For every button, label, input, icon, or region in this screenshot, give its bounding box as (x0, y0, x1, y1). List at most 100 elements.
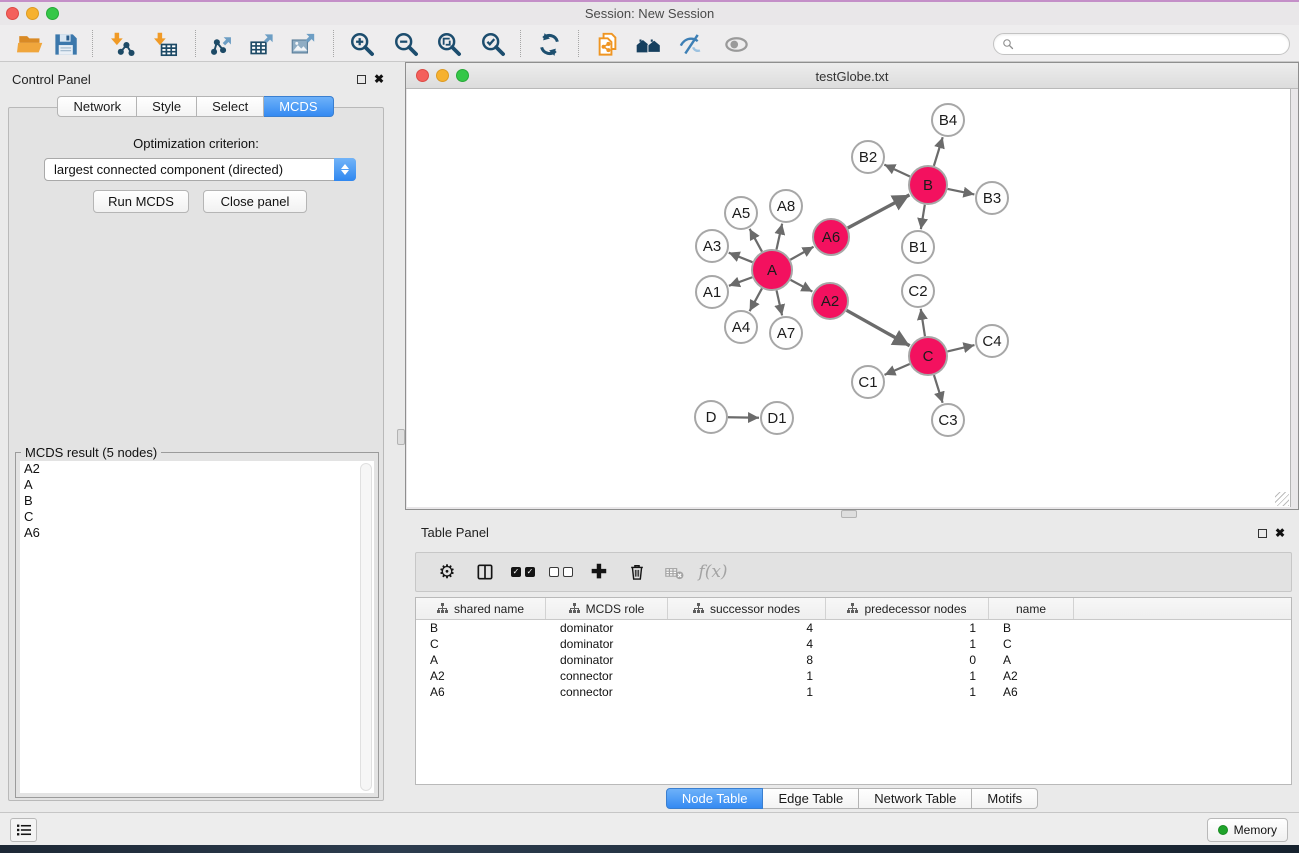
table-row[interactable]: A6connector11A6 (416, 684, 1291, 700)
graph-node-C4[interactable]: C4 (976, 325, 1008, 357)
column-layout-icon[interactable] (466, 556, 504, 588)
graph-node-B2[interactable]: B2 (852, 141, 884, 173)
graph-edge-A-A3[interactable] (729, 253, 753, 263)
zoom-fit-icon[interactable] (434, 29, 464, 59)
refresh-icon[interactable] (534, 29, 564, 59)
graph-node-B4[interactable]: B4 (932, 104, 964, 136)
network-graph[interactable]: B4B2BB3A8A5A6A3B1AA1C2A2A4A7C4CC1DD1C3 (407, 89, 1293, 509)
search-box[interactable] (993, 33, 1290, 55)
graph-edge-B-B1[interactable] (921, 205, 925, 229)
network-canvas[interactable]: B4B2BB3A8A5A6A3B1AA1C2A2A4A7C4CC1DD1C3 (407, 89, 1291, 507)
graph-node-D[interactable]: D (695, 401, 727, 433)
graph-node-B[interactable]: B (909, 166, 947, 204)
graph-edge-C-C2[interactable] (921, 309, 925, 336)
graph-node-A8[interactable]: A8 (770, 190, 802, 222)
graph-edge-C-C1[interactable] (885, 364, 910, 375)
network-window-titlebar[interactable]: testGlobe.txt (406, 63, 1298, 89)
mcds-result-item[interactable]: C (20, 509, 374, 525)
table-row[interactable]: Cdominator41C (416, 636, 1291, 652)
import-network-icon[interactable] (107, 29, 137, 59)
new-network-from-selection-icon[interactable] (592, 29, 622, 59)
tab-mcds[interactable]: MCDS (264, 96, 333, 117)
graph-edge-C-C3[interactable] (934, 375, 943, 403)
graph-edge-A-A2[interactable] (791, 280, 813, 292)
tab-select[interactable]: Select (197, 96, 264, 117)
graph-node-A1[interactable]: A1 (696, 276, 728, 308)
zoom-in-icon[interactable] (347, 29, 377, 59)
graph-edge-B-B2[interactable] (884, 165, 910, 177)
column-header-predecessor-nodes[interactable]: predecessor nodes (826, 598, 989, 619)
graph-node-A4[interactable]: A4 (725, 311, 757, 343)
graph-edge-A2-C[interactable] (847, 310, 910, 345)
close-table-panel-icon[interactable]: ✖ (1275, 527, 1285, 539)
graph-node-A3[interactable]: A3 (696, 230, 728, 262)
graph-edge-A-A8[interactable] (776, 224, 782, 250)
export-table-icon[interactable] (247, 29, 277, 59)
graph-node-C2[interactable]: C2 (902, 275, 934, 307)
graph-edge-C-C4[interactable] (947, 345, 974, 351)
close-panel-icon[interactable]: ✖ (374, 73, 384, 85)
show-all-icon[interactable] (721, 29, 751, 59)
task-history-button[interactable] (10, 818, 37, 842)
table-row[interactable]: A2connector11A2 (416, 668, 1291, 684)
column-header-name[interactable]: name (989, 598, 1074, 619)
search-input[interactable] (1019, 37, 1281, 51)
settings-gear-icon[interactable]: ⚙ (428, 556, 466, 588)
graph-edge-A6-B[interactable] (848, 195, 910, 228)
export-network-icon[interactable] (207, 29, 237, 59)
import-table-icon[interactable] (150, 29, 180, 59)
tab-network[interactable]: Network (57, 96, 137, 117)
mcds-result-item[interactable]: A (20, 477, 374, 493)
column-header-mcds-role[interactable]: MCDS role (546, 598, 668, 619)
graph-edge-A-A1[interactable] (729, 277, 752, 286)
mcds-result-item[interactable]: A6 (20, 525, 374, 541)
graph-edge-A-A7[interactable] (777, 290, 783, 315)
tab-network-table[interactable]: Network Table (859, 788, 972, 809)
tab-node-table[interactable]: Node Table (666, 788, 764, 809)
delete-column-icon[interactable] (618, 556, 656, 588)
mcds-result-item[interactable]: A2 (20, 461, 374, 477)
splitter-handle-horizontal[interactable] (841, 510, 857, 518)
zoom-selected-icon[interactable] (478, 29, 508, 59)
graph-node-C[interactable]: C (909, 337, 947, 375)
splitter-handle-vertical[interactable] (397, 429, 405, 445)
close-panel-button[interactable]: Close panel (203, 190, 307, 213)
tab-motifs[interactable]: Motifs (972, 788, 1038, 809)
graph-node-C3[interactable]: C3 (932, 404, 964, 436)
save-session-icon[interactable] (50, 29, 80, 59)
scrollbar-track[interactable] (360, 463, 372, 791)
memory-button[interactable]: Memory (1207, 818, 1288, 842)
graph-edge-A-A5[interactable] (750, 229, 762, 252)
column-header-successor-nodes[interactable]: successor nodes (668, 598, 826, 619)
open-session-icon[interactable] (15, 29, 45, 59)
first-neighbors-icon[interactable] (633, 29, 663, 59)
graph-node-A6[interactable]: A6 (813, 219, 849, 255)
float-table-panel-icon[interactable] (1258, 529, 1267, 538)
graph-node-D1[interactable]: D1 (761, 402, 793, 434)
graph-node-B3[interactable]: B3 (976, 182, 1008, 214)
column-header-shared-name[interactable]: shared name (416, 598, 546, 619)
run-mcds-button[interactable]: Run MCDS (93, 190, 189, 213)
graph-edge-B-B3[interactable] (948, 189, 975, 194)
graph-edge-A-A6[interactable] (790, 247, 813, 260)
graph-edge-B-B4[interactable] (934, 137, 943, 166)
mcds-result-item[interactable]: B (20, 493, 374, 509)
tab-edge-table[interactable]: Edge Table (763, 788, 859, 809)
tab-style[interactable]: Style (137, 96, 197, 117)
table-row[interactable]: Bdominator41B (416, 620, 1291, 636)
zoom-out-icon[interactable] (391, 29, 421, 59)
table-row[interactable]: Adominator80A (416, 652, 1291, 668)
criterion-select[interactable]: largest connected component (directed) (44, 158, 356, 181)
graph-node-B1[interactable]: B1 (902, 231, 934, 263)
graph-node-A7[interactable]: A7 (770, 317, 802, 349)
deselect-all-checkboxes-icon[interactable] (542, 556, 580, 588)
graph-edge-A-A4[interactable] (750, 288, 762, 311)
resize-grip-icon[interactable] (1275, 492, 1289, 506)
hide-selected-icon[interactable] (676, 29, 706, 59)
select-all-checkboxes-icon[interactable]: ✓✓ (504, 556, 542, 588)
graph-node-A5[interactable]: A5 (725, 197, 757, 229)
add-column-icon[interactable]: ✚ (580, 556, 618, 588)
export-image-icon[interactable] (288, 29, 318, 59)
graph-node-C1[interactable]: C1 (852, 366, 884, 398)
graph-node-A[interactable]: A (752, 250, 792, 290)
